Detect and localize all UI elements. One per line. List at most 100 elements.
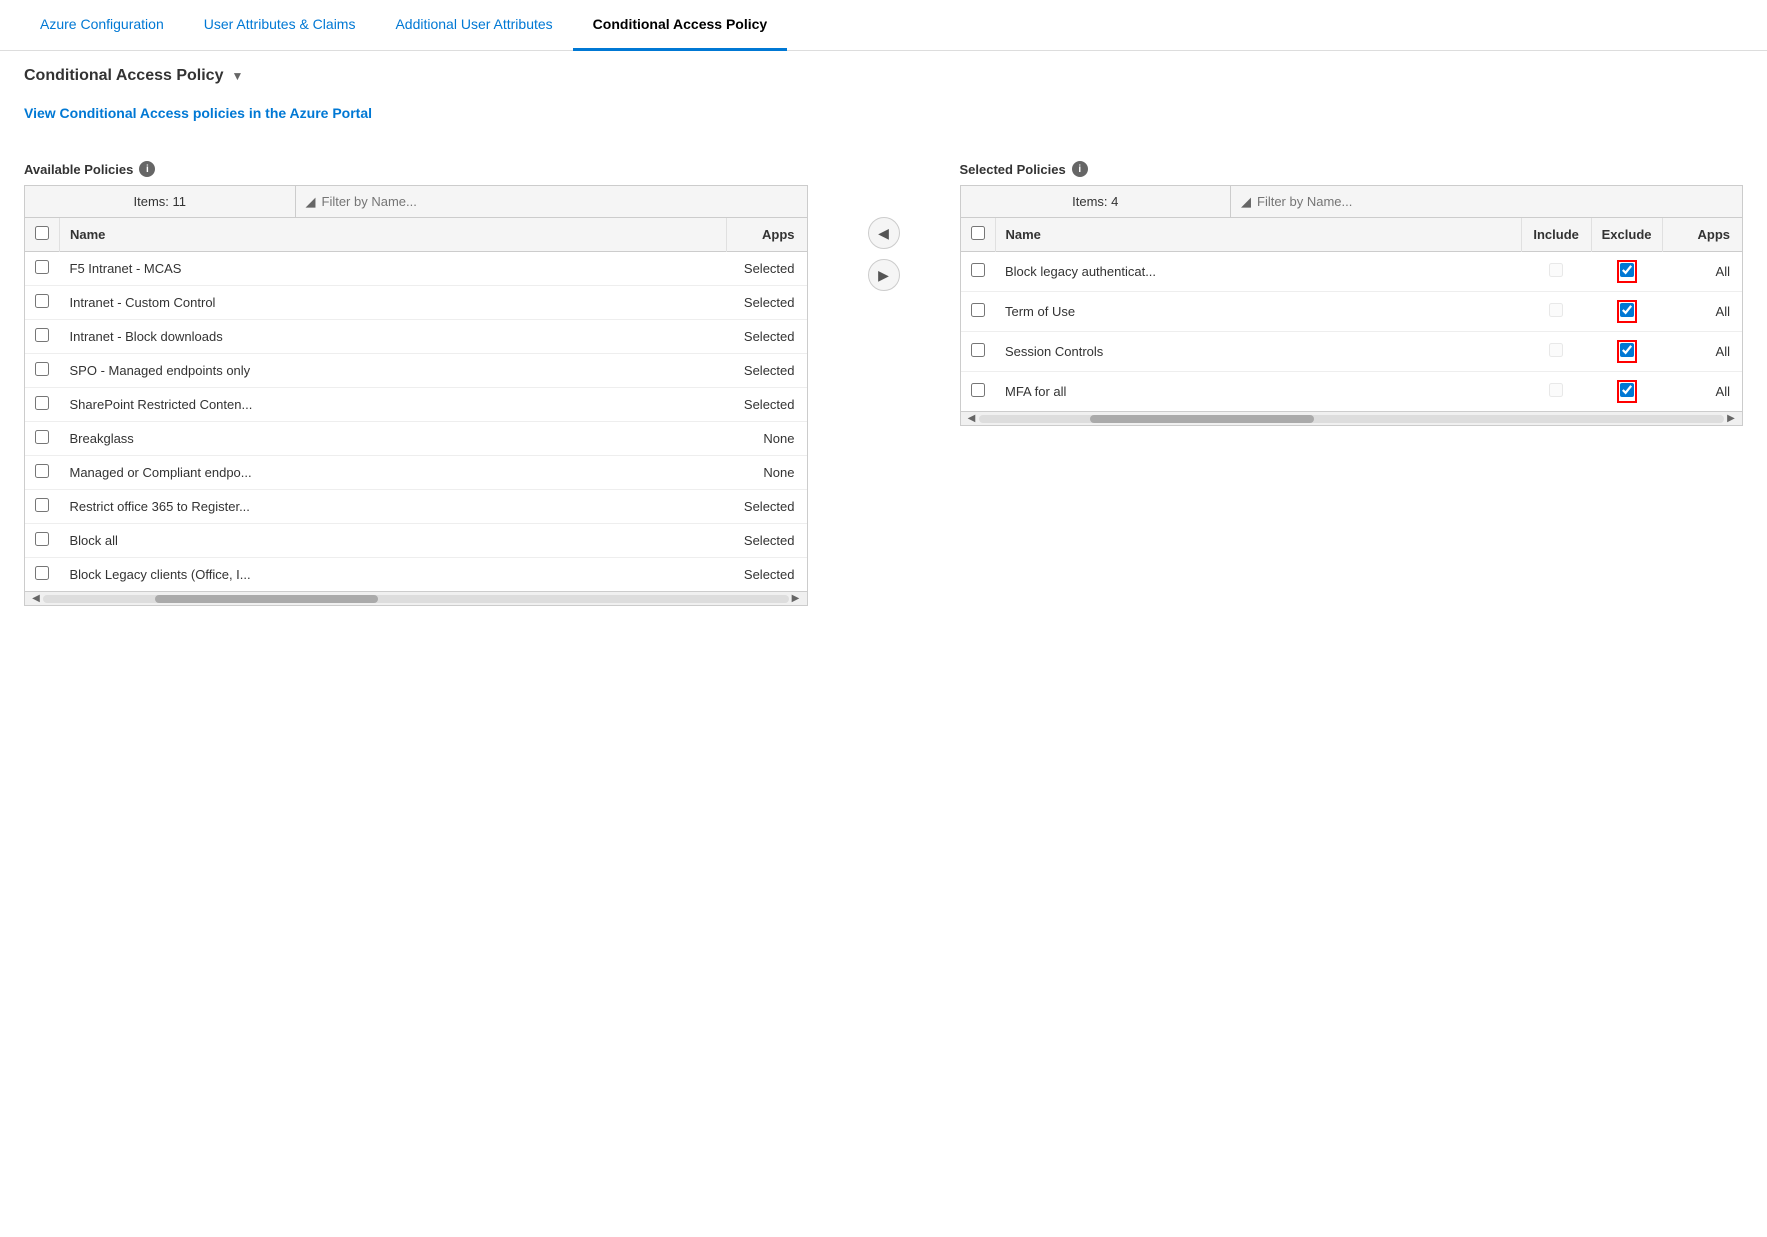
available-row-checkbox[interactable] [35, 464, 49, 478]
tab-additional-user-attributes[interactable]: Additional User Attributes [375, 0, 572, 51]
transfer-right-button[interactable]: ▶ [868, 259, 900, 291]
selected-scroll-left-icon[interactable]: ◀ [965, 412, 979, 426]
available-row-name: F5 Intranet - MCAS [60, 252, 727, 286]
selected-row-include-cell [1521, 252, 1591, 292]
selected-row-include-cell [1521, 292, 1591, 332]
selected-scroll-track [979, 415, 1725, 423]
available-row-checkbox[interactable] [35, 566, 49, 580]
available-row-checkbox[interactable] [35, 430, 49, 444]
available-table-row: SPO - Managed endpoints only Selected [25, 354, 807, 388]
selected-row-checkbox-cell [961, 252, 996, 292]
available-select-all-checkbox[interactable] [35, 226, 49, 240]
selected-items-count: Items: 4 [961, 186, 1232, 217]
selected-row-checkbox[interactable] [971, 303, 985, 317]
available-row-checkbox[interactable] [35, 328, 49, 342]
available-table-row: Managed or Compliant endpo... None [25, 456, 807, 490]
dropdown-arrow-icon[interactable]: ▼ [231, 69, 243, 83]
selected-row-apps: All [1662, 372, 1742, 412]
available-policies-label: Available Policies i [24, 161, 808, 177]
selected-filter-input[interactable] [1257, 194, 1732, 209]
available-row-checkbox[interactable] [35, 294, 49, 308]
selected-row-checkbox-cell [961, 292, 996, 332]
top-navigation: Azure Configuration User Attributes & Cl… [0, 0, 1767, 51]
transfer-buttons-container: ◀ ▶ [868, 217, 900, 291]
available-table-wrapper: Items: 11 ◢ Name [24, 185, 808, 606]
available-table: Name Apps F5 Intranet - MCAS Selected In… [25, 218, 807, 591]
available-row-checkbox[interactable] [35, 532, 49, 546]
selected-toolbar: Items: 4 ◢ [961, 186, 1743, 218]
selected-name-header: Name [995, 218, 1521, 252]
selected-exclude-header: Exclude [1591, 218, 1662, 252]
selected-row-exclude-cell [1591, 332, 1662, 372]
tab-user-attributes[interactable]: User Attributes & Claims [184, 0, 376, 51]
page-content: Conditional Access Policy ▼ View Conditi… [0, 51, 1767, 622]
azure-portal-link[interactable]: View Conditional Access policies in the … [24, 105, 372, 121]
selected-scrollbar[interactable]: ◀ ▶ [961, 411, 1743, 425]
available-row-checkbox-cell [25, 456, 60, 490]
available-row-apps: Selected [727, 354, 807, 388]
available-row-checkbox[interactable] [35, 362, 49, 376]
selected-scroll-right-icon[interactable]: ▶ [1724, 412, 1738, 426]
available-filter-input[interactable] [322, 194, 797, 209]
available-scroll-right-icon[interactable]: ▶ [789, 592, 803, 606]
selected-row-name: Block legacy authenticat... [995, 252, 1521, 292]
available-items-count: Items: 11 [25, 186, 296, 217]
available-row-name: Block all [60, 524, 727, 558]
selected-row-exclude-checkbox[interactable] [1620, 303, 1634, 317]
selected-row-exclude-checkbox[interactable] [1620, 343, 1634, 357]
tab-conditional-access-policy[interactable]: Conditional Access Policy [573, 0, 788, 51]
available-table-row: F5 Intranet - MCAS Selected [25, 252, 807, 286]
available-row-apps: Selected [727, 388, 807, 422]
selected-row-include-checkbox[interactable] [1549, 263, 1563, 277]
available-row-checkbox[interactable] [35, 260, 49, 274]
available-row-checkbox[interactable] [35, 498, 49, 512]
selected-filter-area: ◢ [1231, 188, 1742, 216]
available-info-icon[interactable]: i [139, 161, 155, 177]
selected-select-all-checkbox[interactable] [971, 226, 985, 240]
available-row-checkbox-cell [25, 354, 60, 388]
available-row-apps: Selected [727, 524, 807, 558]
selected-row-include-checkbox[interactable] [1549, 343, 1563, 357]
selected-row-exclude-cell [1591, 372, 1662, 412]
selected-row-name: Term of Use [995, 292, 1521, 332]
available-filter-icon: ◢ [306, 194, 316, 210]
available-row-name: Restrict office 365 to Register... [60, 490, 727, 524]
available-row-name: SPO - Managed endpoints only [60, 354, 727, 388]
available-row-apps: Selected [727, 286, 807, 320]
available-row-apps: Selected [727, 490, 807, 524]
tab-azure-config[interactable]: Azure Configuration [20, 0, 184, 51]
available-scrollbar[interactable]: ◀ ▶ [25, 591, 807, 605]
selected-filter-icon: ◢ [1241, 194, 1251, 210]
transfer-left-button[interactable]: ◀ [868, 217, 900, 249]
selected-table-scroll[interactable]: Name Include Exclude Apps Block legacy a… [961, 218, 1743, 411]
available-row-checkbox-cell [25, 490, 60, 524]
selected-row-checkbox[interactable] [971, 263, 985, 277]
selected-table-row: Session Controls All [961, 332, 1743, 372]
available-row-checkbox-cell [25, 388, 60, 422]
available-apps-header: Apps [727, 218, 807, 252]
exclude-highlight-border [1617, 300, 1637, 323]
selected-row-exclude-checkbox[interactable] [1620, 263, 1634, 277]
selected-row-checkbox[interactable] [971, 383, 985, 397]
selected-row-include-checkbox[interactable] [1549, 303, 1563, 317]
available-row-checkbox[interactable] [35, 396, 49, 410]
available-name-header: Name [60, 218, 727, 252]
section-header: Conditional Access Policy ▼ [24, 67, 1743, 85]
available-table-row: Intranet - Custom Control Selected [25, 286, 807, 320]
selected-row-checkbox[interactable] [971, 343, 985, 357]
available-row-name: Breakglass [60, 422, 727, 456]
available-row-checkbox-cell [25, 252, 60, 286]
selected-row-include-checkbox[interactable] [1549, 383, 1563, 397]
selected-info-icon[interactable]: i [1072, 161, 1088, 177]
available-table-row: Restrict office 365 to Register... Selec… [25, 490, 807, 524]
available-tbody: F5 Intranet - MCAS Selected Intranet - C… [25, 252, 807, 592]
selected-policies-label: Selected Policies i [960, 161, 1744, 177]
available-scroll-left-icon[interactable]: ◀ [29, 592, 43, 606]
available-row-name: Intranet - Custom Control [60, 286, 727, 320]
available-table-row: Breakglass None [25, 422, 807, 456]
selected-row-exclude-checkbox[interactable] [1620, 383, 1634, 397]
available-table-scroll[interactable]: Name Apps F5 Intranet - MCAS Selected In… [25, 218, 807, 591]
selected-scroll-thumb [1090, 415, 1314, 423]
selected-apps-header: Apps [1662, 218, 1742, 252]
selected-row-checkbox-cell [961, 372, 996, 412]
